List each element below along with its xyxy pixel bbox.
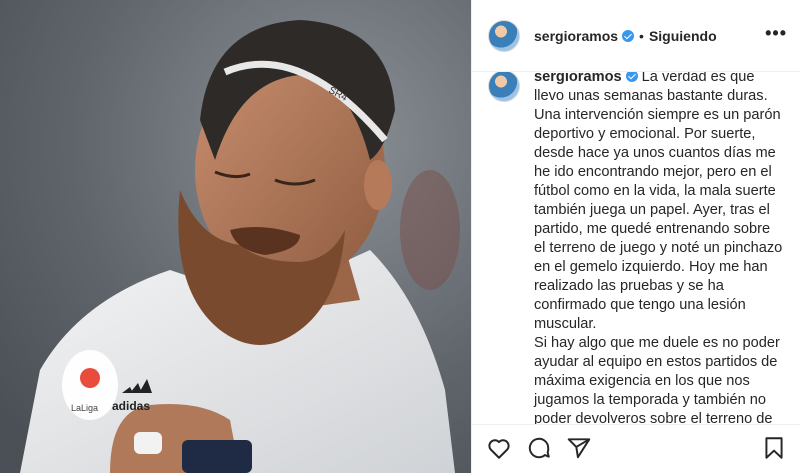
svg-text:LaLiga: LaLiga [71,403,98,413]
following-button[interactable]: Siguiendo [649,28,717,44]
separator-dot: • [639,27,644,44]
post-photo[interactable]: SR4 LaLiga adidas [0,0,471,473]
more-options-icon[interactable]: ••• [765,24,787,42]
username-link[interactable]: sergioramos [534,28,635,44]
avatar[interactable] [488,19,520,52]
bookmark-icon[interactable] [761,435,789,463]
svg-text:adidas: adidas [112,399,150,413]
action-bar [472,424,800,473]
player-illustration: SR4 LaLiga adidas [0,0,471,473]
caption: sergioramos La verdad es que llevo unas … [488,72,785,424]
verified-badge-icon [625,72,638,82]
caption-text: La verdad es que llevo unas semanas bast… [534,72,783,424]
verified-badge-icon [622,29,635,42]
post-header: sergioramos • Siguiendo ••• [472,0,800,72]
comment-icon[interactable] [526,435,554,463]
heart-icon[interactable] [486,435,514,463]
caption-avatar[interactable] [488,72,520,102]
share-icon[interactable] [566,435,594,463]
caption-username-link[interactable]: sergioramos [534,72,638,85]
post-side-panel: sergioramos • Siguiendo ••• sergioramos … [471,0,800,473]
comments-area[interactable]: sergioramos La verdad es que llevo unas … [472,72,800,424]
